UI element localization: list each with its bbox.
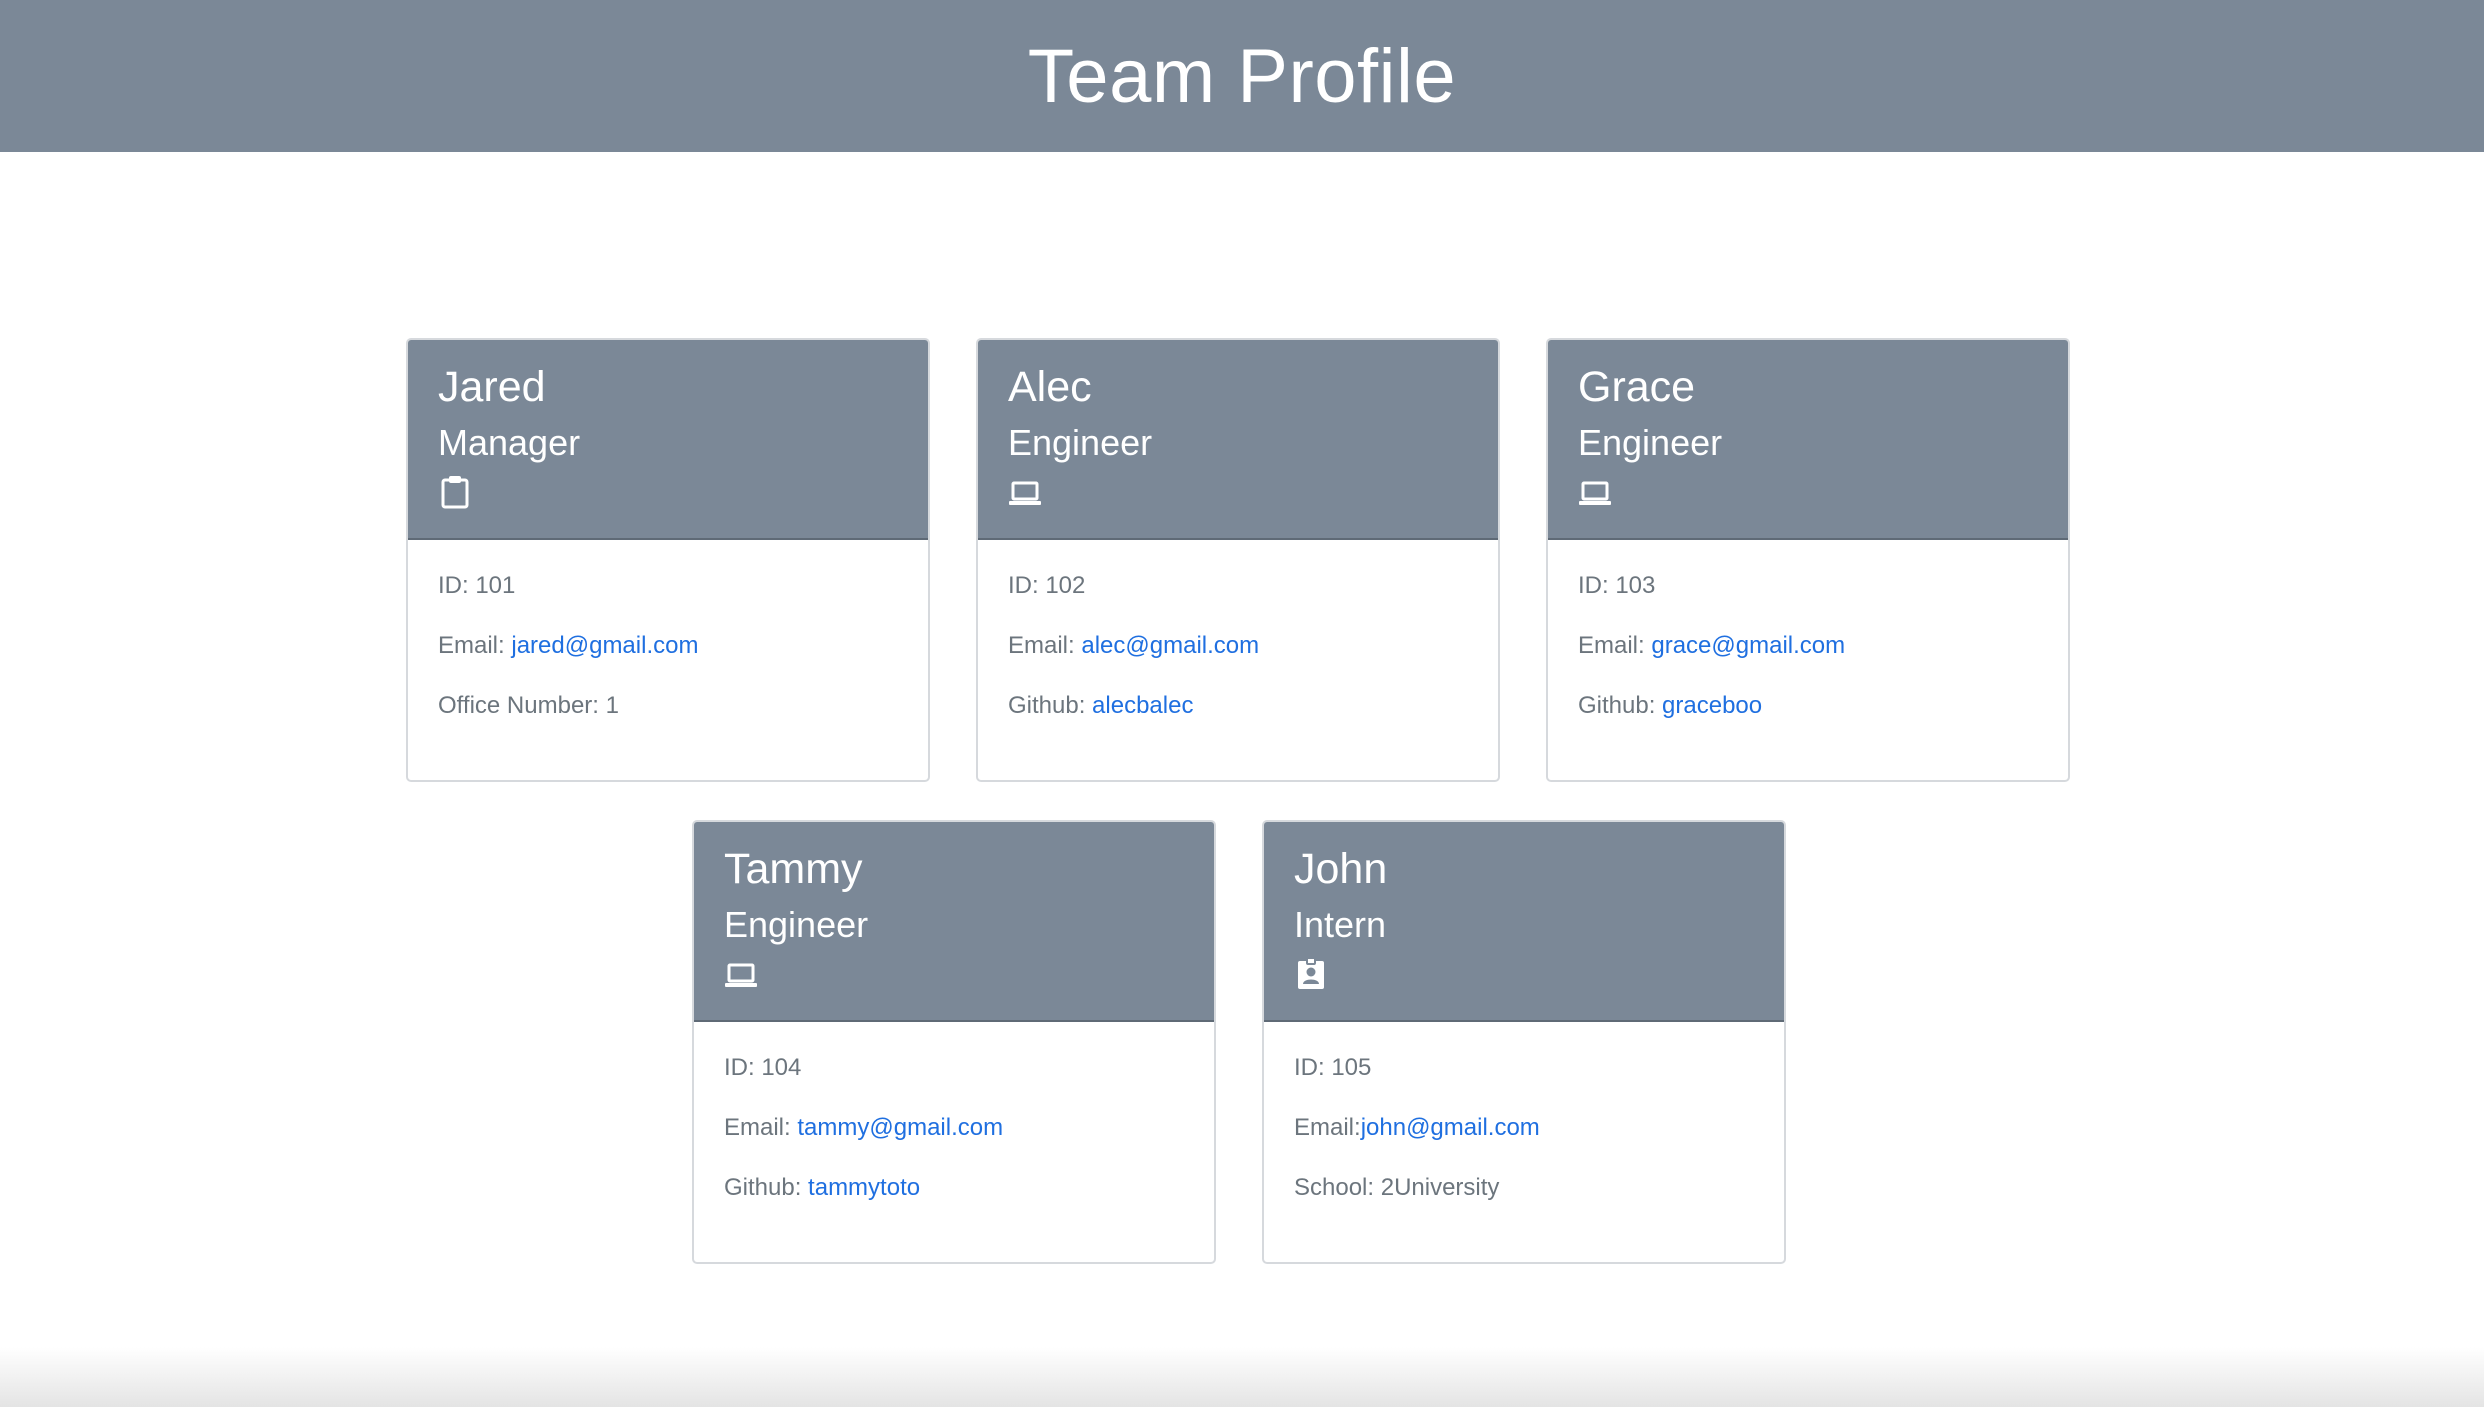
email-link[interactable]: john@gmail.com xyxy=(1361,1114,1540,1141)
clipboard-icon xyxy=(441,476,469,509)
email-link[interactable]: alec@gmail.com xyxy=(1081,632,1259,659)
github-label: Github: xyxy=(1578,692,1663,719)
employee-email-row: Email: tammy@gmail.com xyxy=(724,1112,1184,1172)
employee-name: John xyxy=(1294,845,1388,893)
github-link[interactable]: tammytoto xyxy=(808,1174,920,1201)
employee-role: Engineer xyxy=(1008,422,1153,463)
card-header: Tammy Engineer xyxy=(694,822,1214,1022)
laptop-icon xyxy=(725,963,757,987)
email-link[interactable]: jared@gmail.com xyxy=(511,632,698,659)
employee-id: ID: 104 xyxy=(724,1054,802,1081)
email-label: Email: xyxy=(438,632,512,659)
card-body: ID: 105 Email:john@gmail.com School: 2Un… xyxy=(1264,1022,1784,1232)
employee-email-row: Email:john@gmail.com xyxy=(1294,1112,1754,1172)
email-label: Email: xyxy=(724,1114,798,1141)
employee-id: ID: 103 xyxy=(1578,572,1656,599)
page-bottom-shadow xyxy=(0,1347,2484,1407)
card-header: Grace Engineer xyxy=(1548,340,2068,540)
email-label: Email: xyxy=(1294,1114,1361,1141)
employee-name: Tammy xyxy=(724,845,863,893)
school: School: 2University xyxy=(1294,1174,1500,1201)
employee-email-row: Email: grace@gmail.com xyxy=(1578,630,2038,690)
employee-id: ID: 105 xyxy=(1294,1054,1372,1081)
github-label: Github: xyxy=(724,1174,809,1201)
employee-name: Alec xyxy=(1008,363,1092,411)
card-body: ID: 101 Email: jared@gmail.com Office Nu… xyxy=(408,540,928,750)
employee-role: Engineer xyxy=(1578,422,1723,463)
card-header: Alec Engineer xyxy=(978,340,1498,540)
employee-card-grace: Grace Engineer ID: 103 Email: grace@gmai… xyxy=(1546,338,2070,782)
employee-card-tammy: Tammy Engineer ID: 104 Email: tammy@gmai… xyxy=(692,820,1216,1264)
employee-card-jared: Jared Manager ID: 101 Email: jared@gmail… xyxy=(406,338,930,782)
github-link[interactable]: alecbalec xyxy=(1092,692,1193,719)
id-badge-icon xyxy=(1298,957,1324,989)
email-label: Email: xyxy=(1578,632,1652,659)
page-title: Team Profile xyxy=(1027,33,1457,119)
github-link[interactable]: graceboo xyxy=(1662,692,1762,719)
employee-name: Grace xyxy=(1578,363,1696,411)
card-body: ID: 102 Email: alec@gmail.com Github: al… xyxy=(978,540,1498,750)
employee-email-row: Email: alec@gmail.com xyxy=(1008,630,1468,690)
card-body: ID: 104 Email: tammy@gmail.com Github: t… xyxy=(694,1022,1214,1232)
employee-email-row: Email: jared@gmail.com xyxy=(438,630,898,690)
office-number: Office Number: 1 xyxy=(438,692,619,719)
card-body: ID: 103 Email: grace@gmail.com Github: g… xyxy=(1548,540,2068,750)
employee-role: Intern xyxy=(1294,904,1387,945)
email-link[interactable]: grace@gmail.com xyxy=(1651,632,1845,659)
card-header: Jared Manager xyxy=(408,340,928,540)
employee-card-alec: Alec Engineer ID: 102 Email: alec@gmail.… xyxy=(976,338,1500,782)
employee-card-john: John Intern ID: 105 Email:john@gmail.com… xyxy=(1262,820,1786,1264)
github-row: Github: graceboo xyxy=(1578,690,2038,750)
employee-name: Jared xyxy=(438,363,546,411)
employee-role: Engineer xyxy=(724,904,869,945)
github-row: Github: tammytoto xyxy=(724,1172,1184,1232)
email-label: Email: xyxy=(1008,632,1082,659)
laptop-icon xyxy=(1009,481,1041,505)
page-header: Team Profile xyxy=(0,0,2484,152)
email-link[interactable]: tammy@gmail.com xyxy=(797,1114,1003,1141)
employee-id: ID: 101 xyxy=(438,572,516,599)
github-row: Github: alecbalec xyxy=(1008,690,1468,750)
laptop-icon xyxy=(1579,481,1611,505)
github-label: Github: xyxy=(1008,692,1093,719)
employee-role: Manager xyxy=(438,422,581,463)
employee-id: ID: 102 xyxy=(1008,572,1086,599)
card-header: John Intern xyxy=(1264,822,1784,1022)
